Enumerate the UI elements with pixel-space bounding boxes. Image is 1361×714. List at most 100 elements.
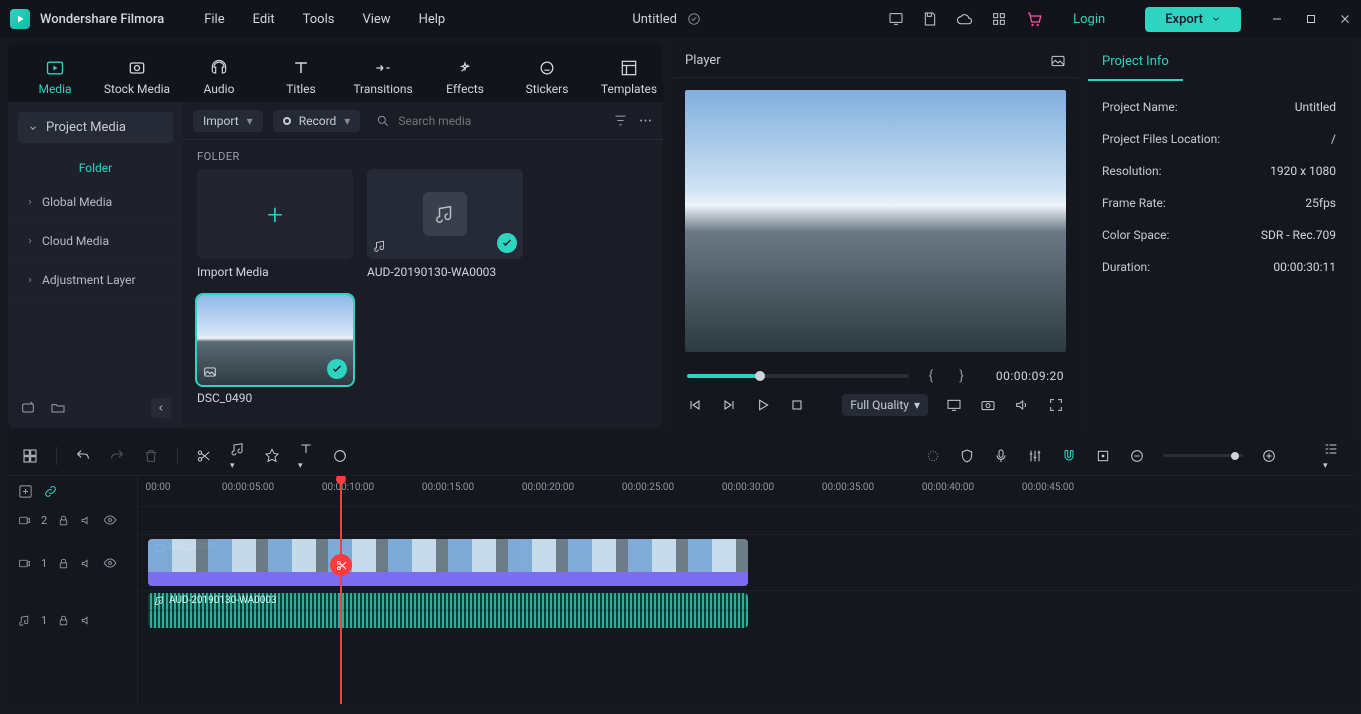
templates-icon (618, 58, 640, 78)
lock-icon[interactable] (57, 557, 70, 570)
tab-media[interactable]: Media (14, 58, 96, 102)
close-icon[interactable] (1339, 13, 1351, 25)
media-thumb-audio[interactable] (367, 169, 523, 259)
import-media-button[interactable]: + (197, 169, 353, 259)
list-view-icon[interactable]: ▾ (1323, 441, 1339, 471)
color-tool-icon[interactable] (332, 448, 348, 464)
stop-icon[interactable] (789, 397, 805, 413)
link-icon[interactable] (43, 484, 58, 499)
apps-icon[interactable] (991, 11, 1007, 27)
eye-icon[interactable] (103, 513, 117, 527)
record-icon (283, 117, 291, 125)
mute-icon[interactable] (80, 614, 93, 627)
layout-icon[interactable] (22, 448, 38, 464)
seek-bar[interactable] (687, 374, 909, 378)
tab-titles[interactable]: Titles (260, 58, 342, 102)
quality-dropdown[interactable]: Full Quality▾ (842, 394, 928, 416)
tab-project-info[interactable]: Project Info (1088, 44, 1183, 81)
prev-frame-icon[interactable] (687, 397, 703, 413)
next-frame-icon[interactable] (721, 397, 737, 413)
menu-tools[interactable]: Tools (303, 12, 335, 27)
snapshot-settings-icon[interactable] (1050, 53, 1066, 69)
menu-file[interactable]: File (204, 12, 224, 27)
text-tool-icon[interactable]: ▾ (298, 441, 314, 471)
folder-tab[interactable]: Folder (8, 153, 183, 183)
login-button[interactable]: Login (1061, 7, 1117, 32)
record-dropdown[interactable]: Record▾ (273, 110, 361, 132)
media-thumb-image[interactable] (197, 295, 353, 385)
chevron-down-icon (28, 123, 38, 133)
lock-icon[interactable] (57, 514, 70, 527)
transitions-icon (372, 58, 394, 78)
cloud-icon[interactable] (956, 11, 973, 28)
saved-icon (687, 12, 701, 26)
cart-icon[interactable] (1025, 10, 1043, 28)
menu-edit[interactable]: Edit (253, 12, 275, 27)
magnet-icon[interactable] (1061, 448, 1077, 464)
mute-icon[interactable] (80, 514, 93, 527)
mark-out-icon[interactable]: } (953, 368, 970, 384)
lock-icon[interactable] (57, 614, 70, 627)
video-clip[interactable]: DSC_0490 (148, 539, 748, 586)
sidebar-item-cloud-media[interactable]: Cloud Media (8, 222, 183, 261)
save-icon[interactable] (922, 11, 938, 27)
undo-icon[interactable] (75, 448, 91, 464)
audio-clip[interactable]: AUD-20190130-WA0003 (148, 593, 748, 628)
track-lane-video[interactable]: DSC_0490 (138, 534, 1353, 590)
collapse-sidebar-icon[interactable] (151, 398, 171, 418)
marker-tool-icon[interactable] (264, 448, 280, 464)
player-panel: Player { } 00:00:09:20 Full Quality▾ (673, 44, 1078, 428)
display-icon[interactable] (946, 397, 962, 413)
maximize-icon[interactable] (1305, 13, 1317, 25)
eye-icon[interactable] (103, 556, 117, 570)
tab-effects[interactable]: Effects (424, 58, 506, 102)
more-icon[interactable] (638, 113, 653, 128)
snapshot-icon[interactable] (980, 397, 996, 413)
export-button[interactable]: Export (1145, 7, 1241, 32)
volume-icon[interactable] (1014, 397, 1030, 413)
tab-stock-media[interactable]: Stock Media (96, 58, 178, 102)
filter-icon[interactable] (613, 113, 628, 128)
menu-view[interactable]: View (362, 12, 390, 27)
mixer-icon[interactable] (1027, 448, 1043, 464)
stickers-icon (536, 58, 558, 78)
track-lane-audio[interactable]: AUD-20190130-WA0003 (138, 590, 1353, 630)
shield-icon[interactable] (959, 448, 975, 464)
menu-help[interactable]: Help (419, 12, 446, 27)
add-track-icon[interactable] (18, 484, 33, 499)
trash-icon[interactable] (143, 448, 159, 464)
player-viewport[interactable] (685, 90, 1066, 352)
sidebar-item-global-media[interactable]: Global Media (8, 183, 183, 222)
screen-icon[interactable] (888, 11, 904, 27)
new-bin-icon[interactable] (20, 400, 36, 416)
mic-icon[interactable] (993, 448, 1009, 464)
zoom-in-icon[interactable] (1261, 448, 1277, 464)
timeline-ruler[interactable]: 00:00 00:00:05:00 00:00:10:00 00:00:15:0… (138, 476, 1353, 506)
zoom-out-icon[interactable] (1129, 448, 1145, 464)
mark-in-icon[interactable]: { (923, 368, 940, 384)
tab-audio[interactable]: Audio (178, 58, 260, 102)
fullscreen-icon[interactable] (1048, 397, 1064, 413)
crop-icon[interactable] (1095, 448, 1111, 464)
search-input[interactable] (398, 114, 597, 128)
mute-icon[interactable] (80, 557, 93, 570)
zoom-slider[interactable] (1163, 454, 1243, 457)
import-dropdown[interactable]: Import▾ (193, 110, 263, 132)
split-icon[interactable] (196, 448, 212, 464)
video-track-icon (18, 514, 31, 527)
scissors-icon[interactable] (330, 554, 352, 576)
track-lane-empty[interactable] (138, 506, 1353, 534)
project-media-header[interactable]: Project Media (18, 112, 173, 143)
tab-templates[interactable]: Templates (588, 58, 670, 102)
sidebar-item-adjustment-layer[interactable]: Adjustment Layer (8, 261, 183, 300)
keyframe-icon[interactable] (925, 448, 941, 464)
tab-transitions[interactable]: Transitions (342, 58, 424, 102)
new-folder-icon[interactable] (50, 400, 66, 416)
play-icon[interactable] (755, 397, 771, 413)
audio-tool-icon[interactable]: ▾ (230, 441, 246, 471)
redo-icon[interactable] (109, 448, 125, 464)
minimize-icon[interactable] (1271, 13, 1283, 25)
timeline-tracks[interactable]: 00:00 00:00:05:00 00:00:10:00 00:00:15:0… (138, 476, 1353, 704)
playhead[interactable] (340, 476, 342, 704)
tab-stickers[interactable]: Stickers (506, 58, 588, 102)
